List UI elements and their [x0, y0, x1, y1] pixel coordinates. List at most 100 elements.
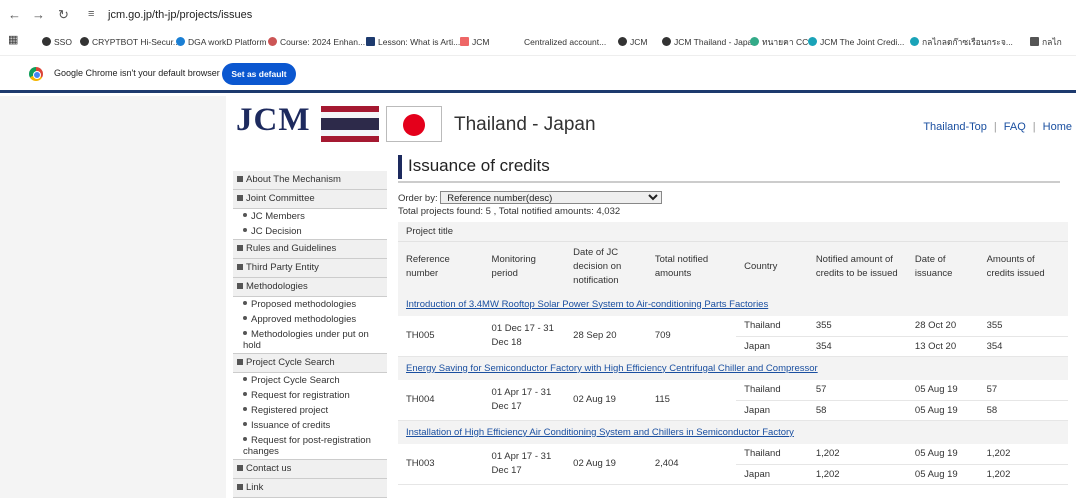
country-cell: Japan [736, 336, 808, 357]
bookmark-item[interactable]: JCM Thailand - Japan [662, 37, 757, 48]
notified-amount-cell: 355 [807, 316, 907, 337]
column-header: Amounts of credits issued [978, 241, 1068, 292]
bookmark-item[interactable]: CRYPTBOT Hi-Secur... [80, 37, 180, 48]
chrome-logo-icon [29, 67, 43, 81]
page-heading: Issuance of credits [398, 153, 1060, 183]
menu-item[interactable]: About The Mechanism [233, 171, 387, 190]
back-icon[interactable]: ← [8, 8, 21, 22]
japan-flag-icon [386, 106, 442, 142]
side-menu: About The Mechanism Joint Committee JC Mem… [233, 171, 387, 498]
issued-amount-cell: 1,202 [978, 464, 1068, 485]
header-links: Thailand-Top | FAQ | Home [923, 121, 1072, 133]
project-title-link[interactable]: Energy Saving for Semiconductor Factory … [406, 363, 818, 374]
home-link[interactable]: Home [1043, 121, 1072, 133]
menu-item[interactable]: Methodologies [233, 278, 387, 297]
site-header: JCM Thailand - Japan Thailand-Top | FAQ | Ho… [226, 96, 1076, 148]
project-title-link[interactable]: Installation of High Efficiency Air Cond… [406, 427, 794, 438]
notified-amount-cell: 1,202 [807, 464, 907, 485]
bookmark-item[interactable]: DGA workD Platform [176, 37, 266, 48]
address-bar[interactable]: jcm.go.jp/th-jp/projects/issues [108, 9, 252, 21]
web-page: JCM Thailand - Japan Thailand-Top | FAQ | Ho… [0, 96, 1076, 498]
column-header: Date of issuance [906, 241, 979, 292]
page-left-margin [0, 96, 226, 498]
submenu-item[interactable]: Issuance of credits [233, 418, 387, 433]
notified-amount-cell: 58 [807, 400, 907, 421]
set-as-default-button[interactable]: Set as default [222, 63, 296, 85]
total-notified: 115 [646, 380, 737, 421]
country-cell: Thailand [736, 316, 808, 337]
submenu-item[interactable]: Approved methodologies [233, 312, 387, 327]
bookmark-item[interactable]: JCM [618, 37, 647, 48]
menu-item[interactable]: Joint Committee [233, 190, 387, 209]
total-notified: 709 [646, 316, 737, 357]
column-header: Country [736, 241, 808, 292]
menu-item[interactable]: Third Party Entity [233, 259, 387, 278]
bookmark-item[interactable]: กลไก [1030, 37, 1062, 48]
submenu-item[interactable]: JC Members [233, 209, 387, 224]
faq-link[interactable]: FAQ [1004, 121, 1026, 133]
country-cell: Thailand [736, 444, 808, 465]
submenu-item[interactable]: Request for registration [233, 388, 387, 403]
country-cell: Thailand [736, 380, 808, 401]
issued-amount-cell: 354 [978, 336, 1068, 357]
column-header: Monitoring period [483, 241, 566, 292]
issuance-date-cell: 05 Aug 19 [906, 464, 979, 485]
submenu-item[interactable]: Request for post-registration changes [233, 433, 387, 460]
monitoring-period: 01 Apr 17 - 31 Dec 17 [483, 380, 566, 421]
reference-number: TH003 [398, 444, 484, 485]
table-row: TH003 01 Apr 17 - 31 Dec 17 02 Aug 19 2,404… [398, 444, 1068, 485]
submenu-item[interactable]: Proposed methodologies [233, 297, 387, 312]
bookmark-item[interactable]: Lesson: What is Arti... [366, 37, 460, 48]
bookmark-item[interactable]: ทนายคา CC [750, 37, 808, 48]
country-cell: Japan [736, 464, 808, 485]
forward-icon[interactable]: → [32, 8, 45, 22]
order-label: Order by: [398, 193, 438, 204]
apps-grid-icon[interactable]: ▦ [8, 35, 18, 46]
total-notified: 2,404 [646, 444, 737, 485]
country-cell: Japan [736, 400, 808, 421]
infobar-message: Google Chrome isn't your default browser [54, 68, 220, 78]
issued-amount-cell: 58 [978, 400, 1068, 421]
monitoring-period: 01 Apr 17 - 31 Dec 17 [483, 444, 566, 485]
column-header: Total notified amounts [646, 241, 737, 292]
main-content: Issuance of credits Order by: Reference … [398, 153, 1068, 485]
menu-item[interactable]: Link [233, 479, 387, 498]
site-info-icon[interactable]: ≡ [88, 8, 94, 20]
jc-decision-date: 28 Sep 20 [565, 316, 647, 357]
total-summary: Total projects found: 5 , Total notified… [398, 206, 621, 217]
bookmark-item[interactable]: Course: 2024 Enhan... [268, 37, 365, 48]
submenu-item[interactable]: Methodologies under put on hold [233, 327, 387, 354]
reload-icon[interactable]: ↻ [58, 8, 69, 22]
thailand-flag-icon [321, 106, 379, 142]
issued-amount-cell: 57 [978, 380, 1068, 401]
jcm-logo[interactable]: JCM [236, 102, 310, 139]
menu-item[interactable]: Project Cycle Search [233, 354, 387, 373]
bookmark-item[interactable]: กลไกลดก๊าซเรือนกระจ... [910, 37, 1013, 48]
bookmark-item[interactable]: Centralized account... [524, 37, 606, 48]
submenu-item[interactable]: Registered project [233, 403, 387, 418]
issuance-date-cell: 28 Oct 20 [906, 316, 979, 337]
issuance-date-cell: 05 Aug 19 [906, 444, 979, 465]
order-select[interactable]: Reference number(desc) [440, 191, 663, 204]
issuance-table: Project title Reference number Monitoring… [398, 222, 1068, 485]
submenu-item[interactable]: JC Decision [233, 224, 387, 240]
thailand-top-link[interactable]: Thailand-Top [923, 121, 987, 133]
bookmarks-bar: ▦ SSO CRYPTBOT Hi-Secur... DGA workD Pla… [0, 30, 1076, 56]
bookmark-item[interactable]: SSO [42, 37, 72, 48]
notified-amount-cell: 57 [807, 380, 907, 401]
reference-number: TH005 [398, 316, 484, 357]
bookmark-item[interactable]: JCM [460, 37, 489, 48]
menu-item[interactable]: Rules and Guidelines [233, 240, 387, 259]
project-title-link[interactable]: Introduction of 3.4MW Rooftop Solar Powe… [406, 299, 768, 310]
submenu-item[interactable]: Project Cycle Search [233, 373, 387, 388]
notified-amount-cell: 354 [807, 336, 907, 357]
menu-item[interactable]: Contact us [233, 460, 387, 479]
bookmark-item[interactable]: JCM The Joint Credi... [808, 37, 904, 48]
reference-number: TH004 [398, 380, 484, 421]
table-row: TH005 01 Dec 17 - 31 Dec 18 28 Sep 20 709 Th… [398, 316, 1068, 357]
project-title-header: Project title [398, 222, 1068, 242]
notified-amount-cell: 1,202 [807, 444, 907, 465]
issued-amount-cell: 355 [978, 316, 1068, 337]
page-title: Issuance of credits [408, 156, 550, 175]
default-browser-infobar: Google Chrome isn't your default browser… [0, 57, 1076, 93]
